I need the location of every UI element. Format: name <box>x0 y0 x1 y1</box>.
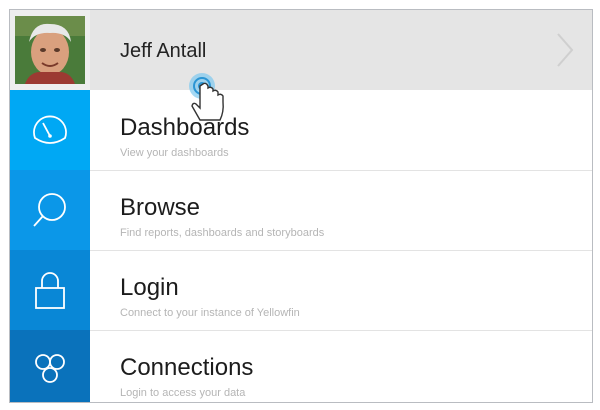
menu-item-connections[interactable]: Connections Login to access your data <box>10 330 592 402</box>
menu-item-browse[interactable]: Browse Find reports, dashboards and stor… <box>10 170 592 251</box>
menu-item-title: Login <box>120 274 179 301</box>
avatar <box>15 16 85 84</box>
avatar-cell <box>10 10 90 90</box>
menu-item-text: Browse Find reports, dashboards and stor… <box>90 170 592 251</box>
user-profile-row[interactable]: Jeff Antall <box>10 10 592 90</box>
menu-item-dashboards[interactable]: Dashboards View your dashboards <box>10 90 592 171</box>
menu-item-text: Dashboards View your dashboards <box>90 90 592 171</box>
menu-item-login[interactable]: Login Connect to your instance of Yellow… <box>10 250 592 331</box>
lock-icon <box>35 272 65 309</box>
user-name: Jeff Antall <box>120 40 207 62</box>
menu-item-title: Connections <box>120 354 254 381</box>
menu-icon-cell <box>10 330 90 402</box>
menu-icon-cell <box>10 90 90 170</box>
menu-item-subtitle: Connect to your instance of Yellowfin <box>120 307 300 319</box>
menu-icon-cell <box>10 250 90 330</box>
dashboard-gauge-icon <box>33 115 67 144</box>
menu-item-subtitle: View your dashboards <box>120 147 229 159</box>
menu-item-text: Login Connect to your instance of Yellow… <box>90 250 592 331</box>
chevron-right-icon[interactable] <box>550 30 578 70</box>
menu-item-subtitle: Find reports, dashboards and storyboards <box>120 227 325 239</box>
connections-icon <box>35 354 65 383</box>
menu-icon-cell <box>10 170 90 250</box>
side-menu: Jeff Antall Dashboards View your dashboa… <box>9 9 593 403</box>
menu-item-subtitle: Login to access your data <box>120 387 246 399</box>
menu-item-text: Connections Login to access your data <box>90 330 592 402</box>
menu-item-title: Browse <box>120 194 201 221</box>
search-icon <box>33 193 66 227</box>
menu-item-title: Dashboards <box>120 114 250 141</box>
